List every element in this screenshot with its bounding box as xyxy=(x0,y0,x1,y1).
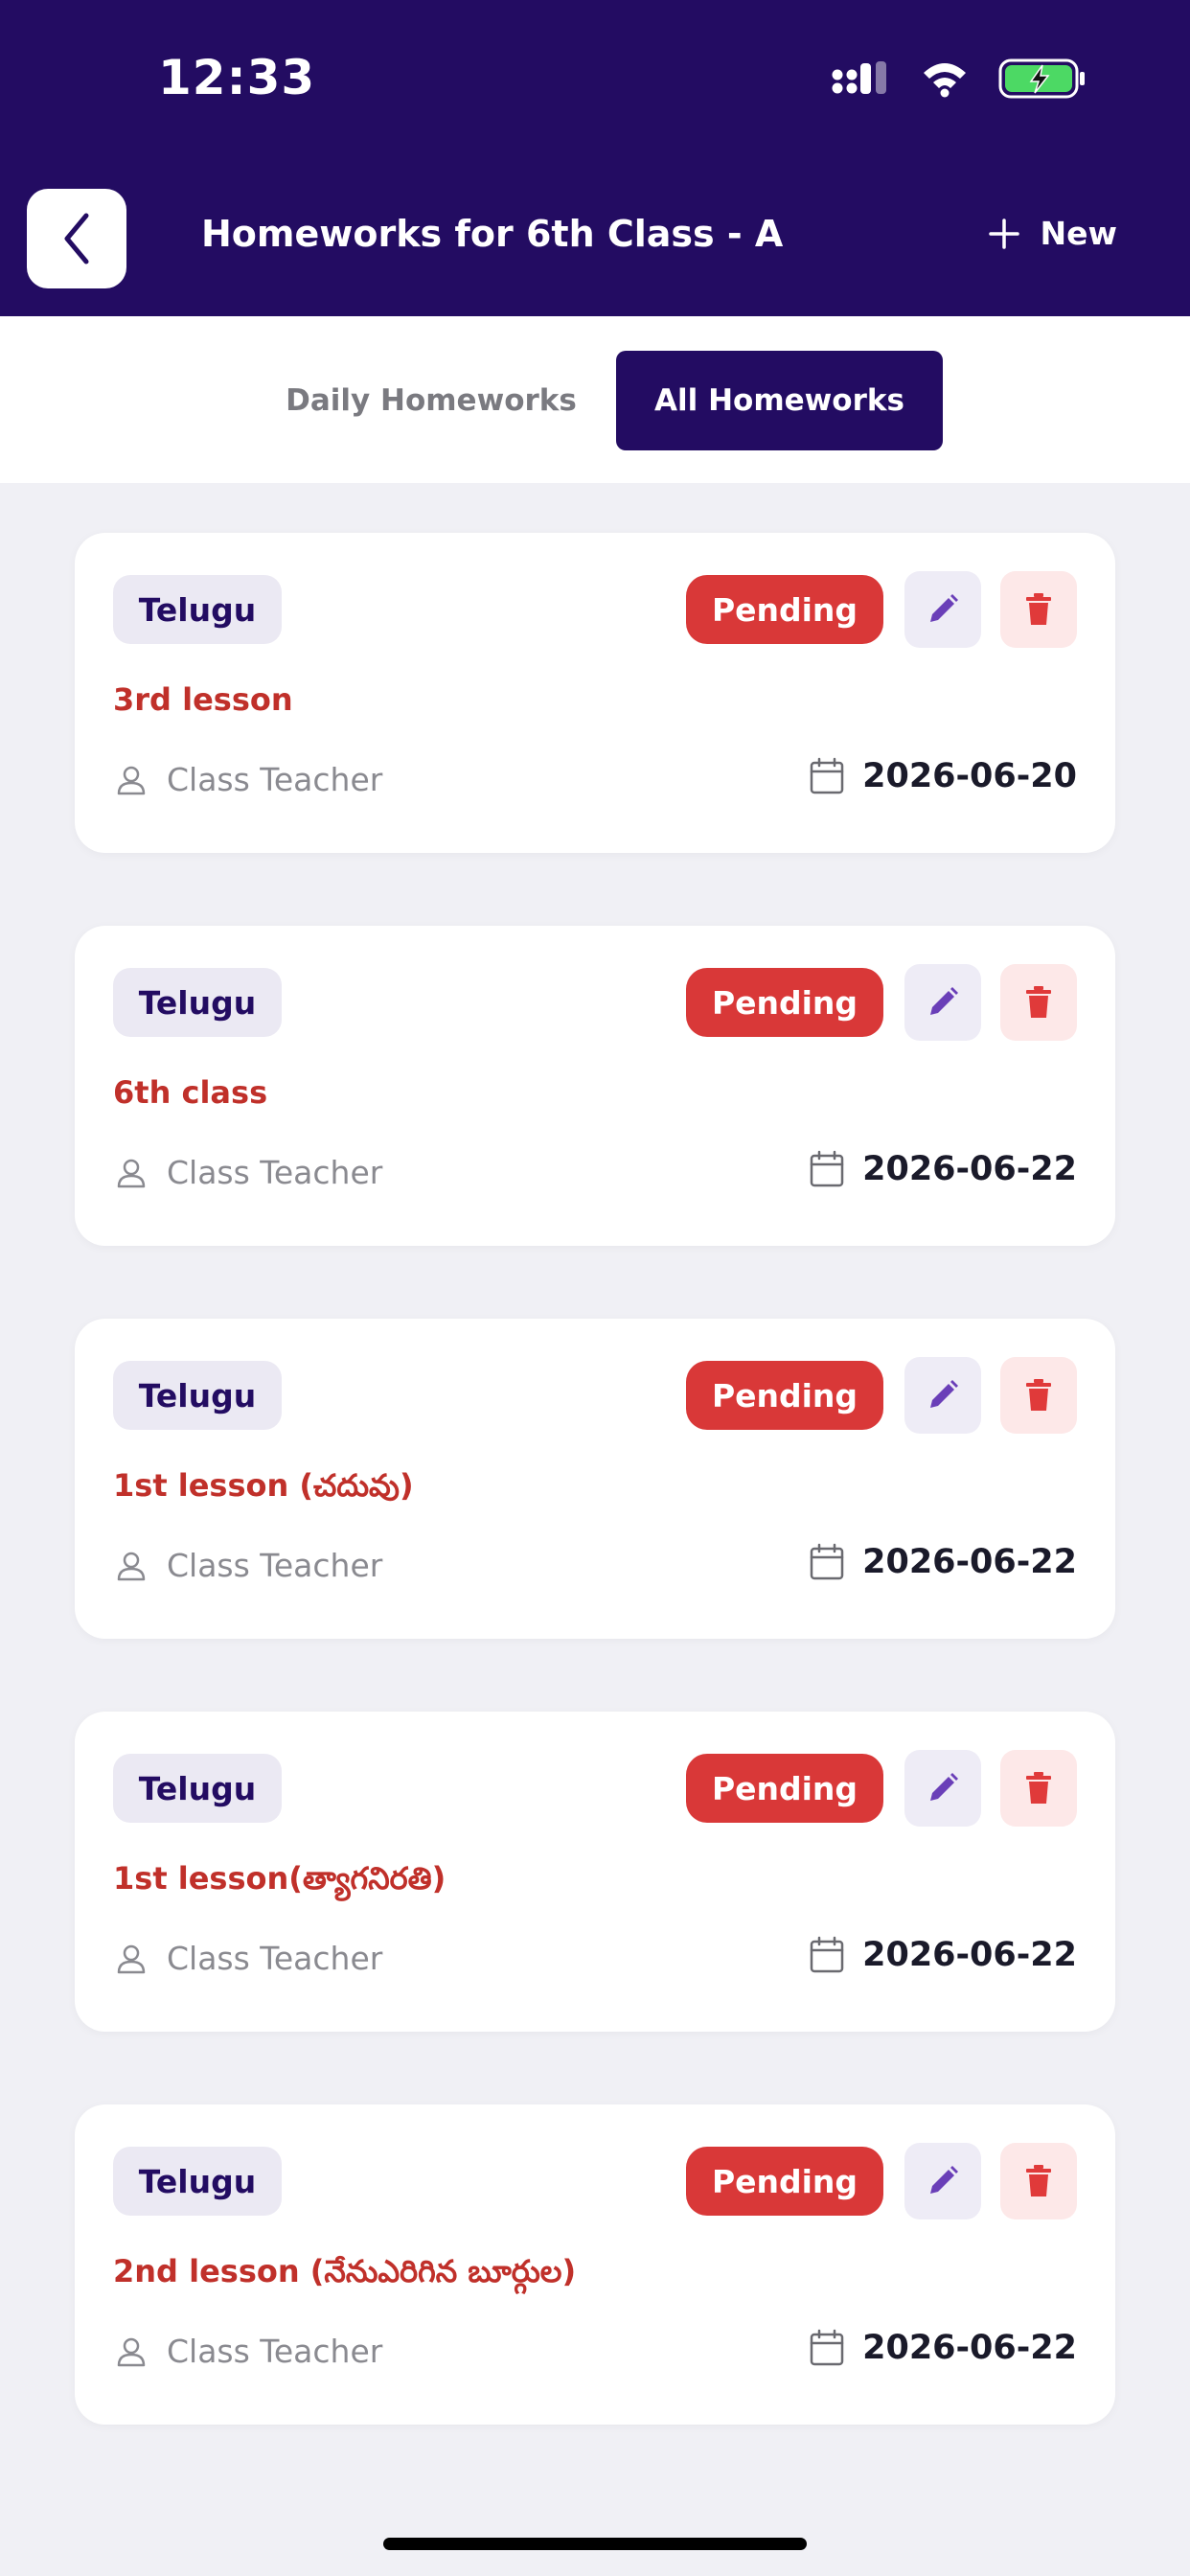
calendar-icon xyxy=(810,1543,844,1580)
delete-button[interactable] xyxy=(1000,964,1077,1041)
new-homework-button[interactable]: New xyxy=(988,215,1118,252)
assigned-by: Class Teacher xyxy=(115,761,382,798)
teacher-name: Class Teacher xyxy=(167,1154,383,1191)
due-date: 2026-06-22 xyxy=(809,1936,1077,1974)
subject-badge: Telugu xyxy=(113,1754,282,1823)
homework-card[interactable]: Telugu Pending 1st lesson (చదువు) Class … xyxy=(75,1319,1115,1639)
status-badge: Pending xyxy=(686,1754,883,1823)
edit-button[interactable] xyxy=(904,571,981,648)
homework-card[interactable]: Telugu Pending 3rd lesson Class Teacher … xyxy=(75,533,1115,853)
new-button-label: New xyxy=(1040,215,1118,252)
page-title: Homeworks for 6th Class - A xyxy=(201,213,784,255)
due-date-value: 2026-06-22 xyxy=(862,1150,1077,1188)
tab-daily-homeworks[interactable]: Daily Homeworks xyxy=(273,351,589,450)
calendar-icon xyxy=(810,1150,844,1187)
teacher-name: Class Teacher xyxy=(167,2333,383,2370)
subject-badge: Telugu xyxy=(113,575,282,644)
person-icon xyxy=(117,1552,146,1580)
subject-badge: Telugu xyxy=(113,1361,282,1430)
homework-title: 3rd lesson xyxy=(113,681,293,718)
due-date-value: 2026-06-20 xyxy=(862,757,1077,795)
subject-badge: Telugu xyxy=(113,968,282,1037)
trash-icon xyxy=(1026,986,1051,1018)
calendar-icon xyxy=(810,1936,844,1973)
trash-icon xyxy=(1026,2165,1051,2196)
pencil-icon xyxy=(930,987,958,1015)
person-icon xyxy=(117,2337,146,2366)
due-date-value: 2026-06-22 xyxy=(862,1936,1077,1974)
due-date: 2026-06-20 xyxy=(809,757,1077,795)
pencil-icon xyxy=(930,2166,958,2194)
homework-card[interactable]: Telugu Pending 2nd lesson (నేనుఎరిగిన బూ… xyxy=(75,2104,1115,2425)
status-badge: Pending xyxy=(686,575,883,644)
homework-title: 1st lesson(త్యాగనిరతి) xyxy=(113,1860,446,1897)
due-date-value: 2026-06-22 xyxy=(862,1543,1077,1581)
person-icon xyxy=(117,1944,146,1973)
plus-icon xyxy=(988,218,1019,249)
status-badge: Pending xyxy=(686,2147,883,2216)
assigned-by: Class Teacher xyxy=(115,1940,382,1977)
trash-icon xyxy=(1026,1772,1051,1804)
pencil-icon xyxy=(930,1380,958,1408)
calendar-icon xyxy=(810,757,844,794)
delete-button[interactable] xyxy=(1000,571,1077,648)
signal-icon xyxy=(832,61,886,94)
teacher-name: Class Teacher xyxy=(167,761,383,798)
calendar-icon xyxy=(810,2329,844,2366)
back-button[interactable] xyxy=(27,189,126,288)
homework-card[interactable]: Telugu Pending 1st lesson(త్యాగనిరతి) Cl… xyxy=(75,1712,1115,2032)
edit-button[interactable] xyxy=(904,1357,981,1434)
due-date-value: 2026-06-22 xyxy=(862,2329,1077,2367)
status-icons xyxy=(832,58,1087,100)
due-date: 2026-06-22 xyxy=(809,2329,1077,2367)
tabs-bar: Daily Homeworks All Homeworks xyxy=(0,316,1190,483)
app-header: 12:33 Homeworks for 6th Class - A New xyxy=(0,0,1190,316)
person-icon xyxy=(117,766,146,794)
assigned-by: Class Teacher xyxy=(115,2333,382,2370)
home-indicator[interactable] xyxy=(383,2538,807,2550)
battery-charging-icon xyxy=(998,58,1085,99)
delete-button[interactable] xyxy=(1000,1357,1077,1434)
teacher-name: Class Teacher xyxy=(167,1547,383,1584)
pencil-icon xyxy=(930,1773,958,1801)
edit-button[interactable] xyxy=(904,964,981,1041)
homework-title: 2nd lesson (నేనుఎరిగిన బూర్గుల) xyxy=(113,2253,577,2289)
trash-icon xyxy=(1026,1379,1051,1411)
status-badge: Pending xyxy=(686,968,883,1037)
edit-button[interactable] xyxy=(904,2143,981,2220)
homework-title: 6th class xyxy=(113,1074,268,1111)
edit-button[interactable] xyxy=(904,1750,981,1827)
delete-button[interactable] xyxy=(1000,1750,1077,1827)
subject-badge: Telugu xyxy=(113,2147,282,2216)
trash-icon xyxy=(1026,593,1051,625)
homework-card[interactable]: Telugu Pending 6th class Class Teacher 2… xyxy=(75,926,1115,1246)
assigned-by: Class Teacher xyxy=(115,1547,382,1584)
assigned-by: Class Teacher xyxy=(115,1154,382,1191)
status-time: 12:33 xyxy=(158,50,316,105)
person-icon xyxy=(117,1159,146,1187)
pencil-icon xyxy=(930,594,958,622)
teacher-name: Class Teacher xyxy=(167,1940,383,1977)
tab-all-homeworks[interactable]: All Homeworks xyxy=(616,351,943,450)
wifi-icon xyxy=(924,63,966,98)
due-date: 2026-06-22 xyxy=(809,1150,1077,1188)
delete-button[interactable] xyxy=(1000,2143,1077,2220)
homework-title: 1st lesson (చదువు) xyxy=(113,1467,414,1504)
due-date: 2026-06-22 xyxy=(809,1543,1077,1581)
chevron-left-icon xyxy=(64,213,89,264)
status-badge: Pending xyxy=(686,1361,883,1430)
